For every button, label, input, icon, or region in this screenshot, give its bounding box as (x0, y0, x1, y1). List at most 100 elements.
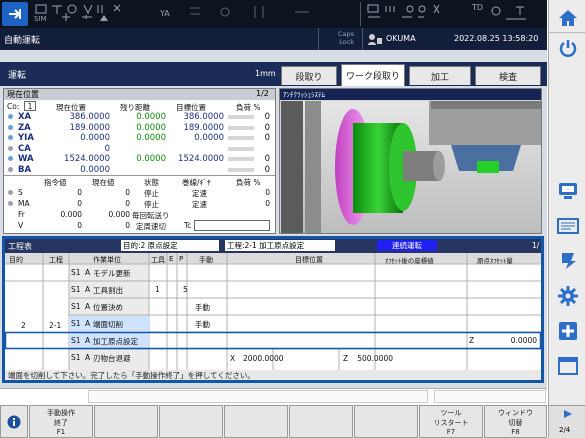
spindle-state: 停止 (144, 189, 159, 198)
input-field[interactable] (88, 390, 428, 403)
axis-target: 189.0000 (183, 122, 224, 133)
axis-name: BA (18, 164, 32, 175)
spindle-command: 0 (77, 188, 82, 197)
info-button[interactable] (0, 405, 28, 438)
process-row-unit[interactable]: 端面切削 (93, 319, 123, 330)
home-icon (558, 9, 577, 26)
co-value: 1 (24, 101, 36, 111)
axis-name: XA (18, 112, 32, 122)
process-target: 目的:2 原点設定 (121, 240, 219, 251)
top-status-bar: SIM YA TD (0, 0, 547, 28)
softkey-f2[interactable] (94, 405, 158, 438)
tc-field (194, 220, 270, 231)
process-row-tool: 1 (155, 285, 160, 294)
window-button[interactable] (552, 350, 583, 381)
home-button[interactable] (552, 2, 583, 33)
softkey-f5[interactable] (289, 405, 353, 438)
spindle-load: 0 (265, 198, 270, 208)
process-row-s: S1 (71, 336, 81, 345)
axis-status-dot (8, 166, 13, 172)
f8-line2: 切替 (508, 419, 523, 427)
f7-line1: ツール (440, 409, 462, 417)
window-icon (557, 356, 578, 375)
f1-line2: 終了 (54, 419, 68, 427)
process-row-manual: 手動 (195, 303, 210, 312)
spindle-name: S (18, 188, 23, 197)
program-button[interactable] (552, 210, 583, 241)
axis-remaining: 0.0000 (136, 122, 166, 133)
process-page: 1/ (532, 241, 540, 250)
process-row-unit[interactable]: 位置決め (93, 302, 123, 313)
position-panel: 現在位置 1/2 Co: 1 現在位置 残り距離 目標位置 負荷 % XA 386… (3, 88, 276, 234)
retract-z-label: Z (343, 354, 349, 363)
origin-axis: Z (469, 336, 475, 345)
page-next-button[interactable]: 2/4 (549, 405, 585, 438)
machine-3d-view (281, 101, 541, 233)
spindle-state: 停止 (144, 199, 159, 209)
add-button[interactable] (552, 315, 583, 346)
info-icon (7, 415, 21, 428)
softkey-f8[interactable]: ウィンドウ 切替 F8 (484, 405, 547, 438)
softkey-f1[interactable]: 手動操作 終了 F1 (29, 405, 93, 438)
process-row-unit[interactable]: 加工原点設定 (93, 336, 138, 347)
softkey-f6[interactable] (354, 405, 418, 438)
position-page: 1/2 (256, 89, 269, 98)
f7-line2: リスタート (433, 419, 469, 427)
axis-target: 386.0000 (183, 112, 224, 122)
position-title: 現在位置 (7, 90, 39, 99)
col-origin-offset: 原点ｵﾌｾｯﾄ量 (477, 257, 513, 265)
process-row-s: S1 (71, 285, 81, 294)
caps-lock-indicator: Caps Lock (338, 30, 355, 46)
td-label: TD (472, 3, 484, 12)
load-bar (228, 125, 254, 130)
retract-x-value: 2000.0000 (243, 354, 284, 363)
process-row-manual: 手動 (195, 320, 210, 329)
f8-key: F8 (511, 428, 520, 436)
header-load2: 負荷 % (236, 178, 261, 187)
v-current: 0 (125, 221, 130, 230)
mode-select-button[interactable] (2, 2, 28, 26)
process-row-unit[interactable]: モデル更新 (93, 268, 131, 279)
axis-load: 0 (264, 164, 270, 175)
axis-current: 0.0000 (80, 133, 110, 143)
spindle-load: 0 (265, 188, 270, 197)
v-label: V (18, 221, 24, 230)
sim-label: SIM (34, 15, 47, 23)
tab-work-setup[interactable]: ワーク段取り (341, 64, 405, 86)
monitor-button[interactable] (552, 175, 583, 206)
header-state: 状態 (144, 178, 159, 187)
input-field-right[interactable] (434, 390, 546, 403)
softkey-page: 2/4 (559, 426, 571, 434)
axis-load: 0 (264, 122, 270, 133)
col-purpose: 目的 (9, 256, 23, 264)
status-icons-right (367, 4, 526, 20)
spindle-current: 0 (125, 198, 130, 208)
tab-inspection[interactable]: 検査 (475, 66, 541, 85)
col-process: 工程 (49, 256, 63, 264)
axis-load: 0 (264, 133, 270, 143)
tab-machining[interactable]: 加工 (409, 66, 471, 85)
process-row-a: A (85, 336, 91, 345)
process-row-a: A (85, 302, 91, 311)
axis-current: 0.0000 (80, 164, 110, 175)
spindle-status-dot (8, 190, 13, 195)
power-button[interactable] (552, 32, 583, 63)
program-icon (556, 217, 579, 234)
tool-data-button[interactable] (552, 245, 583, 276)
settings-button[interactable] (552, 280, 583, 311)
v-state: 定周速切 (136, 222, 166, 231)
status-icons-mid (190, 6, 309, 18)
process-table: 目的 工程 作業単位 工具 E P 手動 目標位置 ｵﾌｾｯﾄ後の座標値 原点ｵ… (5, 253, 541, 370)
mode-bar: 自動運転 Caps Lock OKUMA 2022.08.25 13:58:20 (0, 28, 547, 50)
softkey-f3[interactable] (159, 405, 223, 438)
spindle-gear: 定速 (192, 189, 207, 198)
process-purpose: 2 (21, 321, 26, 330)
load-bar (228, 157, 254, 161)
tab-setup[interactable]: 段取り (281, 66, 337, 85)
softkey-f7[interactable]: ツール リスタート F7 (419, 405, 483, 438)
spindle-gear: 定速 (192, 199, 207, 209)
axis-name: ZA (18, 122, 31, 133)
softkey-f4[interactable] (224, 405, 288, 438)
process-row-unit[interactable]: 刃物台退避 (93, 353, 131, 364)
process-row-unit[interactable]: 工具割出 (93, 285, 123, 296)
